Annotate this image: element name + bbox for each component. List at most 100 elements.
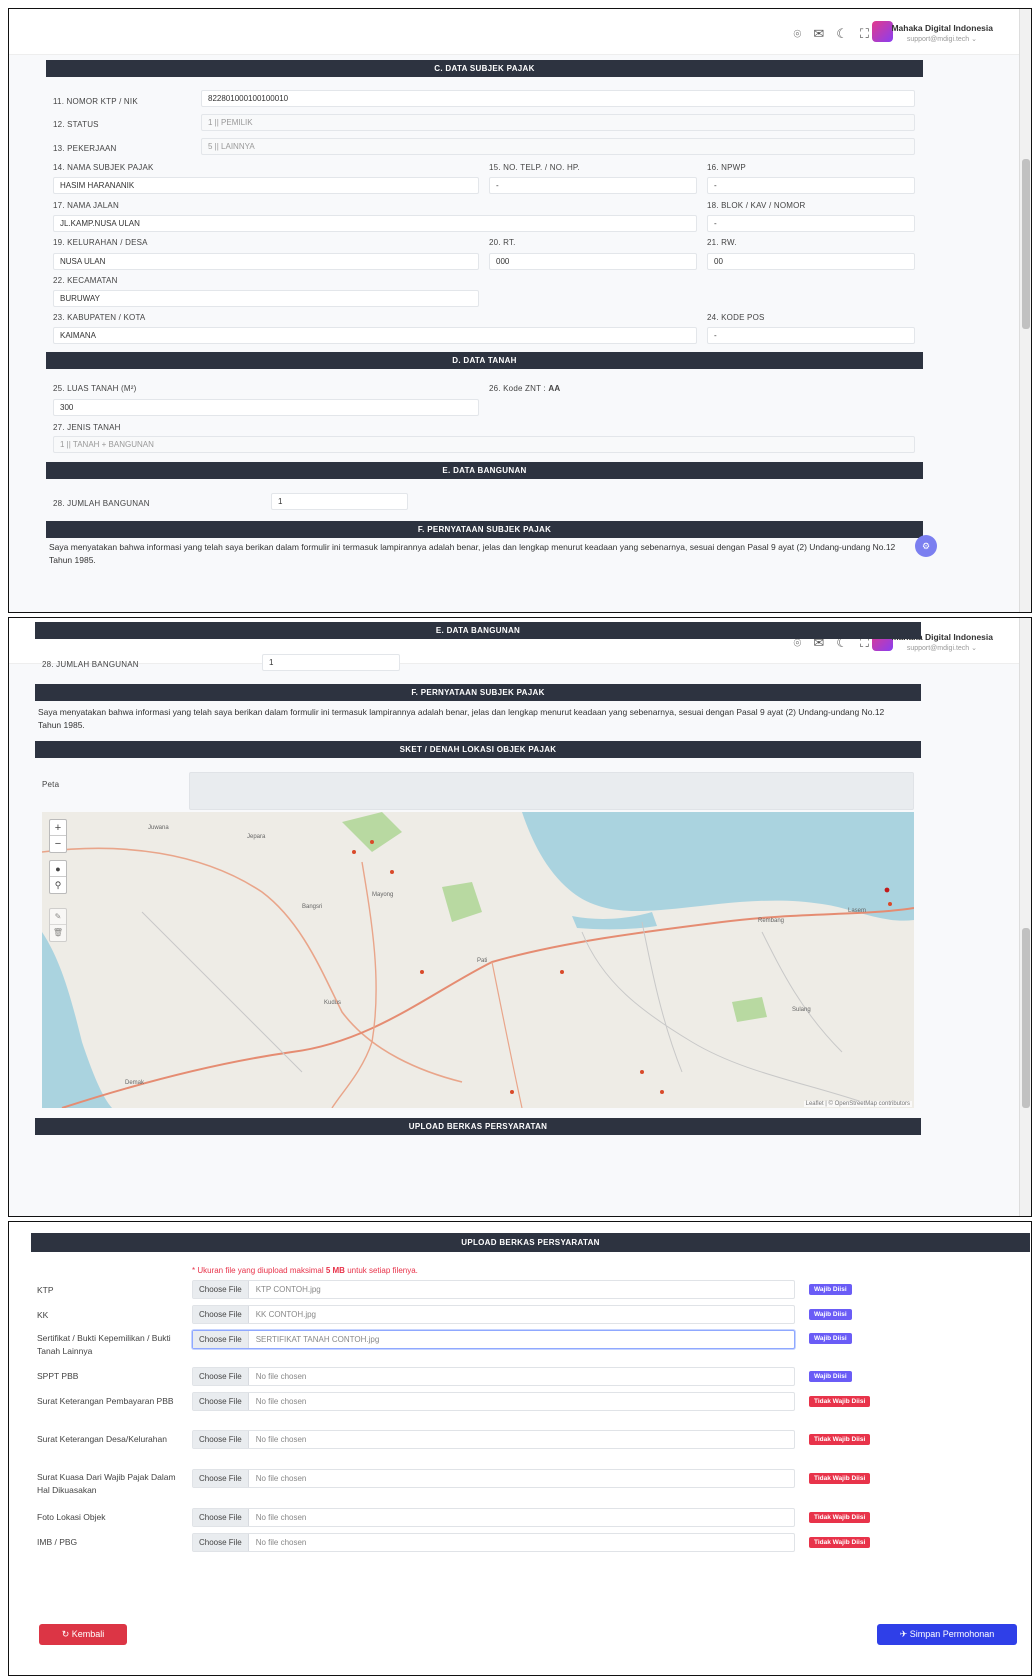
screenshot-panel-1: ⌾ ✉ ☾ ⛶ Mahaka Digital Indonesia support… <box>8 8 1032 613</box>
nama-subjek-input[interactable]: HASIM HARANANIK <box>53 177 479 194</box>
luas-tanah-input[interactable]: 300 <box>53 399 479 416</box>
field-label: 27. JENIS TANAH <box>53 423 121 432</box>
section-header-pernyataan: F. PERNYATAAN SUBJEK PAJAK <box>35 684 921 701</box>
file-name: No file chosen <box>255 1435 307 1444</box>
kabupaten-input[interactable]: KAIMANA <box>53 327 697 344</box>
file-input-ktp[interactable]: Choose File KTP CONTOH.jpg <box>192 1280 795 1299</box>
map-marker <box>420 970 424 974</box>
section-header-data-bangunan: E. DATA BANGUNAN <box>35 622 921 639</box>
choose-file-button[interactable]: Choose File <box>193 1393 249 1410</box>
mail-icon[interactable]: ✉ <box>813 26 824 42</box>
field-label: 16. NPWP <box>707 163 746 172</box>
rt-input[interactable]: 000 <box>489 253 697 270</box>
file-input-ket-desa[interactable]: Choose File No file chosen <box>192 1430 795 1449</box>
user-name[interactable]: Mahaka Digital Indonesia <box>891 23 993 33</box>
section-header-upload: UPLOAD BERKAS PERSYARATAN <box>31 1233 1030 1252</box>
scrollbar[interactable] <box>1019 9 1031 612</box>
map-place-label: Demak <box>125 1080 145 1086</box>
file-input-kk[interactable]: Choose File KK CONTOH.jpg <box>192 1305 795 1324</box>
file-input-ket-pembayaran[interactable]: Choose File No file chosen <box>192 1392 795 1411</box>
scrollbar-thumb[interactable] <box>1022 928 1030 1108</box>
moon-icon[interactable]: ☾ <box>836 26 848 42</box>
status-select[interactable]: 1 || PEMILIK <box>201 114 915 131</box>
choose-file-button[interactable]: Choose File <box>193 1534 249 1551</box>
map-pin-icon[interactable]: ⌾ <box>794 26 802 42</box>
zoom-in-button[interactable]: + <box>50 820 66 836</box>
edit-layer-icon[interactable]: ✎ <box>50 909 66 925</box>
back-button[interactable]: ↻ Kembali <box>39 1624 127 1645</box>
sea-shape <box>522 812 914 921</box>
lagoon-shape <box>572 912 657 930</box>
note-text: * Ukuran file yang diupload maksimal <box>192 1266 326 1275</box>
peta-textarea[interactable] <box>189 772 914 810</box>
scrollbar-thumb[interactable] <box>1022 159 1030 329</box>
file-label-sertifikat: Sertifikat / Bukti Kepemilikan / Bukti T… <box>37 1333 171 1356</box>
user-email[interactable]: support@mdigi.tech ⌄ <box>907 644 977 652</box>
file-input-sppt[interactable]: Choose File No file chosen <box>192 1367 795 1386</box>
draw-marker-icon[interactable]: ⚲ <box>50 877 66 893</box>
map-marker <box>560 970 564 974</box>
file-input-surat-kuasa[interactable]: Choose File No file chosen <box>192 1469 795 1488</box>
nik-input[interactable]: 822801000100100010 <box>201 90 915 107</box>
map-marker <box>510 1090 514 1094</box>
scrollbar[interactable] <box>1019 618 1031 1216</box>
field-label: 20. RT. <box>489 238 516 247</box>
file-input-imb[interactable]: Choose File No file chosen <box>192 1533 795 1552</box>
required-badge: Wajib Diisi <box>809 1371 852 1382</box>
choose-file-button[interactable]: Choose File <box>193 1281 249 1298</box>
delete-layer-icon[interactable]: 🗑 <box>50 925 66 941</box>
map-place-label: Lasem <box>848 908 867 914</box>
blok-input[interactable]: - <box>707 215 915 232</box>
forest-shape <box>342 812 402 852</box>
choose-file-button[interactable]: Choose File <box>193 1331 249 1348</box>
avatar[interactable] <box>872 21 893 42</box>
rw-input[interactable]: 00 <box>707 253 915 270</box>
choose-file-button[interactable]: Choose File <box>193 1470 249 1487</box>
telp-input[interactable]: - <box>489 177 697 194</box>
road-line <box>331 861 377 1108</box>
note-text-end: untuk setiap filenya. <box>344 1266 418 1275</box>
field-label: 14. NAMA SUBJEK PAJAK <box>53 163 154 172</box>
kecamatan-input[interactable]: BURUWAY <box>53 290 479 307</box>
map-marker <box>352 850 356 854</box>
file-input-foto-lokasi[interactable]: Choose File No file chosen <box>192 1508 795 1527</box>
jenis-tanah-select[interactable]: 1 || TANAH + BANGUNAN <box>53 436 915 453</box>
nama-jalan-input[interactable]: JL.KAMP.NUSA ULAN <box>53 215 697 232</box>
zoom-out-button[interactable]: − <box>50 836 66 852</box>
file-label-sppt: SPPT PBB <box>37 1371 79 1381</box>
map-marker <box>370 840 374 844</box>
required-badge: Wajib Diisi <box>809 1284 852 1295</box>
file-name: KK CONTOH.jpg <box>255 1310 316 1319</box>
kelurahan-input[interactable]: NUSA ULAN <box>53 253 479 270</box>
file-input-sertifikat[interactable]: Choose File SERTIFIKAT TANAH CONTOH.jpg <box>192 1330 795 1349</box>
sea-shape-west <box>42 932 112 1108</box>
field-label: 19. KELURAHAN / DESA <box>53 238 148 247</box>
map-attribution[interactable]: Leaflet | © OpenStreetMap contributors <box>803 1101 912 1107</box>
section-header-upload: UPLOAD BERKAS PERSYARATAN <box>35 1118 921 1135</box>
file-name: No file chosen <box>255 1538 307 1547</box>
settings-fab-icon[interactable]: ⚙ <box>915 535 937 557</box>
znt-label: 26. Kode ZNT : AA <box>489 384 560 393</box>
choose-file-button[interactable]: Choose File <box>193 1431 249 1448</box>
map-marker <box>884 887 890 893</box>
field-label: 28. JUMLAH BANGUNAN <box>42 660 139 669</box>
draw-point-icon[interactable]: ● <box>50 861 66 877</box>
jumlah-bangunan-input[interactable]: 1 <box>271 493 408 510</box>
file-label-imb: IMB / PBG <box>37 1537 78 1547</box>
choose-file-button[interactable]: Choose File <box>193 1509 249 1526</box>
save-button[interactable]: ✈ Simpan Permohonan <box>877 1624 1017 1645</box>
npwp-input[interactable]: - <box>707 177 915 194</box>
field-label: 21. RW. <box>707 238 737 247</box>
map-marker <box>888 902 892 906</box>
kode-pos-input[interactable]: - <box>707 327 915 344</box>
jumlah-bangunan-input[interactable]: 1 <box>262 654 400 671</box>
map-place-label: Bangsri <box>302 904 323 910</box>
user-email[interactable]: support@mdigi.tech ⌄ <box>907 35 977 43</box>
choose-file-button[interactable]: Choose File <box>193 1368 249 1385</box>
choose-file-button[interactable]: Choose File <box>193 1306 249 1323</box>
peta-label: Peta <box>42 780 60 789</box>
road-line <box>491 961 523 1108</box>
fullscreen-icon[interactable]: ⛶ <box>860 26 869 42</box>
map-view[interactable]: Juwana Jepara Kudus Pati Demak Rembang L… <box>42 812 914 1108</box>
pekerjaan-select[interactable]: 5 || LAINNYA <box>201 138 915 155</box>
